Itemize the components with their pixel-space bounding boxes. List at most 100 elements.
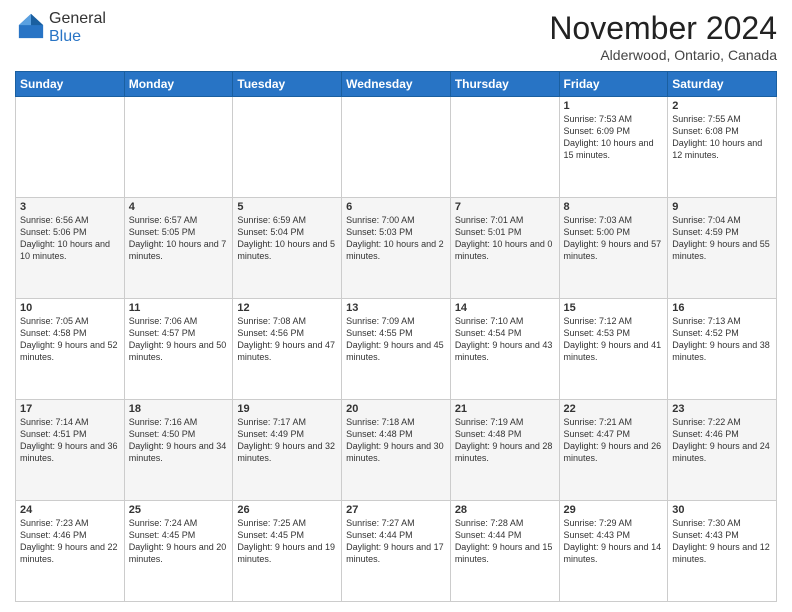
- day-info: Sunrise: 7:06 AM Sunset: 4:57 PM Dayligh…: [129, 315, 229, 364]
- calendar-cell: [342, 97, 451, 198]
- month-title: November 2024: [549, 10, 777, 47]
- day-number: 13: [346, 302, 446, 314]
- calendar-cell: 25Sunrise: 7:24 AM Sunset: 4:45 PM Dayli…: [124, 501, 233, 602]
- calendar-cell: 7Sunrise: 7:01 AM Sunset: 5:01 PM Daylig…: [450, 198, 559, 299]
- day-number: 25: [129, 504, 229, 516]
- day-info: Sunrise: 7:53 AM Sunset: 6:09 PM Dayligh…: [564, 113, 664, 162]
- day-number: 14: [455, 302, 555, 314]
- calendar-cell: 6Sunrise: 7:00 AM Sunset: 5:03 PM Daylig…: [342, 198, 451, 299]
- calendar-cell: 2Sunrise: 7:55 AM Sunset: 6:08 PM Daylig…: [668, 97, 777, 198]
- logo: General Blue: [15, 10, 106, 46]
- week-row-4: 24Sunrise: 7:23 AM Sunset: 4:46 PM Dayli…: [16, 501, 777, 602]
- calendar-cell: 11Sunrise: 7:06 AM Sunset: 4:57 PM Dayli…: [124, 299, 233, 400]
- day-number: 21: [455, 403, 555, 415]
- day-number: 23: [672, 403, 772, 415]
- day-info: Sunrise: 7:04 AM Sunset: 4:59 PM Dayligh…: [672, 214, 772, 263]
- location: Alderwood, Ontario, Canada: [549, 47, 777, 63]
- day-number: 1: [564, 100, 664, 112]
- day-info: Sunrise: 7:17 AM Sunset: 4:49 PM Dayligh…: [237, 416, 337, 465]
- day-number: 22: [564, 403, 664, 415]
- day-header-friday: Friday: [559, 72, 668, 97]
- calendar-cell: 29Sunrise: 7:29 AM Sunset: 4:43 PM Dayli…: [559, 501, 668, 602]
- day-info: Sunrise: 7:08 AM Sunset: 4:56 PM Dayligh…: [237, 315, 337, 364]
- day-number: 18: [129, 403, 229, 415]
- calendar-cell: 24Sunrise: 7:23 AM Sunset: 4:46 PM Dayli…: [16, 501, 125, 602]
- calendar-cell: 21Sunrise: 7:19 AM Sunset: 4:48 PM Dayli…: [450, 400, 559, 501]
- day-number: 2: [672, 100, 772, 112]
- day-info: Sunrise: 7:27 AM Sunset: 4:44 PM Dayligh…: [346, 517, 446, 566]
- day-header-sunday: Sunday: [16, 72, 125, 97]
- week-row-1: 3Sunrise: 6:56 AM Sunset: 5:06 PM Daylig…: [16, 198, 777, 299]
- day-info: Sunrise: 7:19 AM Sunset: 4:48 PM Dayligh…: [455, 416, 555, 465]
- calendar-cell: [233, 97, 342, 198]
- day-number: 11: [129, 302, 229, 314]
- calendar-cell: 16Sunrise: 7:13 AM Sunset: 4:52 PM Dayli…: [668, 299, 777, 400]
- day-number: 7: [455, 201, 555, 213]
- day-number: 3: [20, 201, 120, 213]
- day-number: 28: [455, 504, 555, 516]
- day-info: Sunrise: 7:30 AM Sunset: 4:43 PM Dayligh…: [672, 517, 772, 566]
- day-header-thursday: Thursday: [450, 72, 559, 97]
- calendar-cell: 27Sunrise: 7:27 AM Sunset: 4:44 PM Dayli…: [342, 501, 451, 602]
- calendar-cell: 22Sunrise: 7:21 AM Sunset: 4:47 PM Dayli…: [559, 400, 668, 501]
- day-number: 19: [237, 403, 337, 415]
- day-number: 27: [346, 504, 446, 516]
- calendar-cell: 10Sunrise: 7:05 AM Sunset: 4:58 PM Dayli…: [16, 299, 125, 400]
- day-info: Sunrise: 6:56 AM Sunset: 5:06 PM Dayligh…: [20, 214, 120, 263]
- day-number: 15: [564, 302, 664, 314]
- day-number: 16: [672, 302, 772, 314]
- day-number: 24: [20, 504, 120, 516]
- week-row-2: 10Sunrise: 7:05 AM Sunset: 4:58 PM Dayli…: [16, 299, 777, 400]
- day-number: 30: [672, 504, 772, 516]
- logo-blue: Blue: [49, 28, 81, 45]
- day-info: Sunrise: 7:22 AM Sunset: 4:46 PM Dayligh…: [672, 416, 772, 465]
- calendar-cell: 19Sunrise: 7:17 AM Sunset: 4:49 PM Dayli…: [233, 400, 342, 501]
- calendar-cell: 13Sunrise: 7:09 AM Sunset: 4:55 PM Dayli…: [342, 299, 451, 400]
- calendar-cell: 23Sunrise: 7:22 AM Sunset: 4:46 PM Dayli…: [668, 400, 777, 501]
- day-header-monday: Monday: [124, 72, 233, 97]
- day-info: Sunrise: 7:55 AM Sunset: 6:08 PM Dayligh…: [672, 113, 772, 162]
- calendar-cell: 4Sunrise: 6:57 AM Sunset: 5:05 PM Daylig…: [124, 198, 233, 299]
- calendar-cell: 18Sunrise: 7:16 AM Sunset: 4:50 PM Dayli…: [124, 400, 233, 501]
- calendar-cell: 30Sunrise: 7:30 AM Sunset: 4:43 PM Dayli…: [668, 501, 777, 602]
- calendar-table: SundayMondayTuesdayWednesdayThursdayFrid…: [15, 71, 777, 602]
- day-info: Sunrise: 7:29 AM Sunset: 4:43 PM Dayligh…: [564, 517, 664, 566]
- day-number: 26: [237, 504, 337, 516]
- header: General Blue November 2024 Alderwood, On…: [15, 10, 777, 63]
- calendar-cell: 8Sunrise: 7:03 AM Sunset: 5:00 PM Daylig…: [559, 198, 668, 299]
- day-header-saturday: Saturday: [668, 72, 777, 97]
- day-info: Sunrise: 7:10 AM Sunset: 4:54 PM Dayligh…: [455, 315, 555, 364]
- calendar-cell: 12Sunrise: 7:08 AM Sunset: 4:56 PM Dayli…: [233, 299, 342, 400]
- week-row-0: 1Sunrise: 7:53 AM Sunset: 6:09 PM Daylig…: [16, 97, 777, 198]
- day-number: 9: [672, 201, 772, 213]
- day-info: Sunrise: 7:18 AM Sunset: 4:48 PM Dayligh…: [346, 416, 446, 465]
- calendar-cell: [450, 97, 559, 198]
- logo-text: General Blue: [49, 10, 106, 46]
- calendar-cell: 20Sunrise: 7:18 AM Sunset: 4:48 PM Dayli…: [342, 400, 451, 501]
- day-number: 4: [129, 201, 229, 213]
- day-info: Sunrise: 7:03 AM Sunset: 5:00 PM Dayligh…: [564, 214, 664, 263]
- day-info: Sunrise: 7:09 AM Sunset: 4:55 PM Dayligh…: [346, 315, 446, 364]
- page: General Blue November 2024 Alderwood, On…: [0, 0, 792, 612]
- week-row-3: 17Sunrise: 7:14 AM Sunset: 4:51 PM Dayli…: [16, 400, 777, 501]
- day-info: Sunrise: 6:57 AM Sunset: 5:05 PM Dayligh…: [129, 214, 229, 263]
- day-number: 12: [237, 302, 337, 314]
- calendar-cell: 28Sunrise: 7:28 AM Sunset: 4:44 PM Dayli…: [450, 501, 559, 602]
- calendar-cell: [16, 97, 125, 198]
- day-info: Sunrise: 7:21 AM Sunset: 4:47 PM Dayligh…: [564, 416, 664, 465]
- day-number: 10: [20, 302, 120, 314]
- day-info: Sunrise: 7:24 AM Sunset: 4:45 PM Dayligh…: [129, 517, 229, 566]
- calendar-cell: 3Sunrise: 6:56 AM Sunset: 5:06 PM Daylig…: [16, 198, 125, 299]
- day-info: Sunrise: 6:59 AM Sunset: 5:04 PM Dayligh…: [237, 214, 337, 263]
- day-number: 5: [237, 201, 337, 213]
- day-number: 8: [564, 201, 664, 213]
- calendar-header-row: SundayMondayTuesdayWednesdayThursdayFrid…: [16, 72, 777, 97]
- day-info: Sunrise: 7:28 AM Sunset: 4:44 PM Dayligh…: [455, 517, 555, 566]
- day-info: Sunrise: 7:14 AM Sunset: 4:51 PM Dayligh…: [20, 416, 120, 465]
- day-number: 20: [346, 403, 446, 415]
- day-header-tuesday: Tuesday: [233, 72, 342, 97]
- calendar-cell: 5Sunrise: 6:59 AM Sunset: 5:04 PM Daylig…: [233, 198, 342, 299]
- day-number: 29: [564, 504, 664, 516]
- calendar-cell: 17Sunrise: 7:14 AM Sunset: 4:51 PM Dayli…: [16, 400, 125, 501]
- day-info: Sunrise: 7:23 AM Sunset: 4:46 PM Dayligh…: [20, 517, 120, 566]
